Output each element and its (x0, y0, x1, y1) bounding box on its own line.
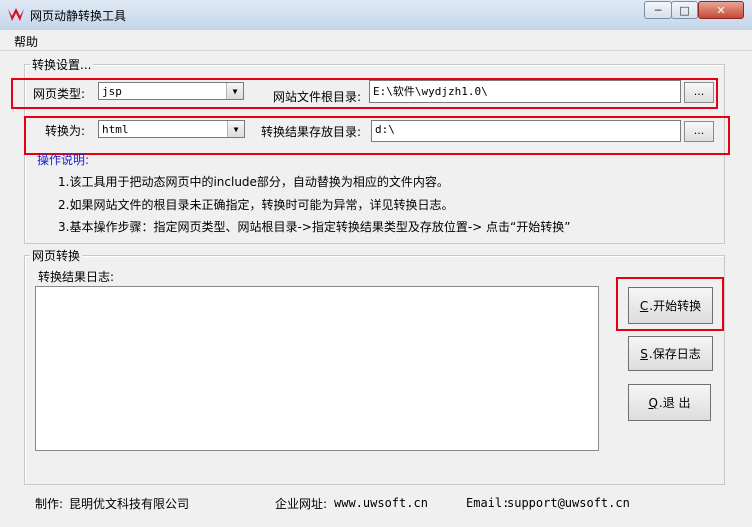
chevron-down-icon: ▼ (226, 83, 243, 99)
start-hotkey: C (639, 298, 649, 313)
instruction-2: 2.如果网站文件的根目录未正确指定，转换时可能为异常，详见转换日志。 (58, 198, 454, 212)
email-label: Email: (466, 496, 510, 510)
site-root-input[interactable]: E:\软件\wydjzh1.0\ (369, 80, 681, 103)
site-value: www.uwsoft.cn (334, 496, 428, 510)
convert-to-value: html (102, 123, 129, 136)
exit-label: .退 出 (658, 396, 691, 410)
exit-hotkey: Q (648, 395, 658, 410)
output-dir-label: 转换结果存放目录: (261, 125, 362, 139)
maker-value: 昆明优文科技有限公司 (69, 497, 190, 511)
conversion-legend: 网页转换 (30, 247, 83, 264)
window-title: 网页动静转换工具 (30, 9, 127, 23)
output-dir-browse-button[interactable]: ... (684, 121, 714, 142)
start-convert-button[interactable]: C .开始转换 (628, 287, 713, 324)
page-type-select[interactable]: jsp ▼ (98, 82, 244, 100)
site-root-browse-button[interactable]: ... (684, 82, 714, 103)
chevron-down-icon: ▼ (227, 121, 244, 137)
page-type-value: jsp (102, 85, 122, 98)
settings-legend: 转换设置... (30, 56, 94, 73)
output-dir-input[interactable]: d:\ (371, 120, 681, 142)
site-root-label: 网站文件根目录: (273, 90, 362, 104)
save-hotkey: S (640, 346, 648, 361)
maximize-icon: □ (679, 3, 690, 17)
minimize-icon: ─ (654, 3, 662, 17)
maker-label: 制作: (35, 497, 64, 511)
instruction-1: 1.该工具用于把动态网页中的include部分，自动替换为相应的文件内容。 (58, 175, 449, 189)
menu-bar (0, 30, 752, 51)
app-logo-icon (8, 8, 24, 21)
close-icon: ✕ (716, 3, 726, 17)
log-label: 转换结果日志: (38, 270, 115, 284)
maximize-button[interactable]: □ (671, 1, 698, 19)
minimize-button[interactable]: ─ (644, 1, 672, 19)
exit-button[interactable]: Q .退 出 (628, 384, 711, 421)
menu-item-help[interactable]: 帮助 (14, 33, 38, 50)
page-type-label: 网页类型: (33, 87, 86, 101)
instructions-title: 操作说明: (37, 153, 90, 167)
log-textarea[interactable] (35, 286, 599, 451)
close-button[interactable]: ✕ (698, 1, 744, 19)
start-label: .开始转换 (649, 299, 702, 313)
save-label: .保存日志 (648, 347, 701, 361)
convert-to-label: 转换为: (45, 124, 86, 138)
site-label: 企业网址: (275, 497, 328, 511)
convert-to-select[interactable]: html ▼ (98, 120, 245, 138)
instruction-3: 3.基本操作步骤：指定网页类型、网站根目录->指定转换结果类型及存放位置-> 点… (58, 220, 571, 234)
save-log-button[interactable]: S .保存日志 (628, 336, 713, 371)
email-value: support@uwsoft.cn (507, 496, 630, 510)
